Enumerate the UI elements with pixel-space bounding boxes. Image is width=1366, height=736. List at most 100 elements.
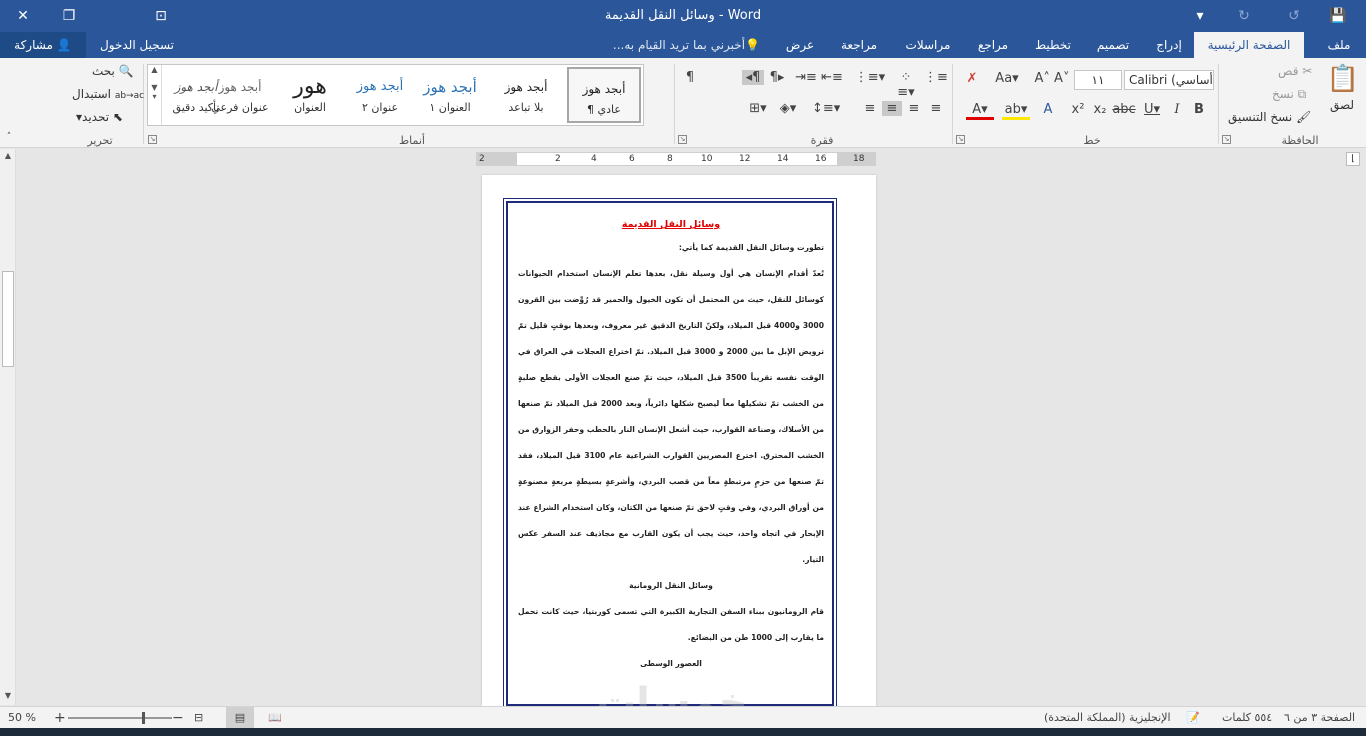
save-icon[interactable]: 💾 xyxy=(1318,0,1358,32)
scroll-up-icon[interactable]: ▲ xyxy=(0,149,16,163)
undo-icon[interactable]: ↺ xyxy=(1276,0,1312,32)
lightbulb-icon: 💡 xyxy=(745,38,760,52)
collapse-ribbon-icon[interactable]: ˄ xyxy=(2,132,16,142)
tab-insert[interactable]: إدراج xyxy=(1148,32,1190,58)
format-painter-button[interactable]: نسخ التنسيق 🖌 xyxy=(1228,110,1311,124)
page-number[interactable]: الصفحة ٣ من ٦ xyxy=(1284,707,1355,729)
styles-launcher-icon[interactable]: ↘ xyxy=(148,135,157,144)
zoom-in-icon[interactable]: + xyxy=(54,707,66,729)
scroll-down-icon[interactable]: ▼ xyxy=(0,689,16,703)
subscript-icon[interactable]: x₂ xyxy=(1092,102,1108,117)
decrease-indent-icon[interactable]: ⇤≡ xyxy=(820,70,844,85)
separator xyxy=(143,64,144,144)
word-count[interactable]: ٥٥٤ كلمات xyxy=(1222,707,1272,729)
vertical-scrollbar[interactable]: ▲ ▼ xyxy=(0,149,16,705)
align-center-icon[interactable]: ≡ xyxy=(904,101,924,116)
tab-view[interactable]: عرض xyxy=(780,32,820,58)
proofing-icon[interactable]: 📝 xyxy=(1186,707,1200,729)
tell-me-input[interactable]: 💡أخبرني بما تريد القيام به... xyxy=(604,32,760,58)
language-status[interactable]: الإنجليزية (المملكة المتحدة) xyxy=(1044,707,1171,729)
paragraph-group-label: فقرة xyxy=(810,134,834,147)
tab-selector[interactable]: ⌊ xyxy=(1346,152,1360,166)
paragraph-launcher-icon[interactable]: ↘ xyxy=(678,135,687,144)
style-no-spacing[interactable]: أبجد هوز بلا تباعد xyxy=(489,67,563,123)
tab-design[interactable]: تصميم xyxy=(1088,32,1138,58)
style-normal[interactable]: أبجد هوز ¶ عادي xyxy=(567,67,641,123)
read-mode-icon[interactable]: 📖 xyxy=(268,707,282,729)
zoom-slider-thumb[interactable] xyxy=(142,712,145,724)
zoom-percent[interactable]: 50 % xyxy=(8,707,36,729)
clipboard-launcher-icon[interactable]: ↘ xyxy=(1222,135,1231,144)
style-subtle-emphasis[interactable]: أبجد هوز تأكيد دقيق xyxy=(165,67,227,123)
text-effects-icon[interactable]: A xyxy=(1038,102,1058,117)
share-button[interactable]: 👤 مشاركة xyxy=(0,32,86,58)
window-title: وسائل النقل القديمة - Word xyxy=(604,8,762,23)
grow-shrink-font-icon[interactable]: A˄ A˅ xyxy=(1032,71,1072,86)
align-left-icon[interactable]: ≡ xyxy=(882,101,902,116)
tab-layout[interactable]: تخطيط xyxy=(1028,32,1078,58)
separator xyxy=(1218,64,1219,144)
font-launcher-icon[interactable]: ↘ xyxy=(956,135,965,144)
font-color-icon[interactable]: A▾ xyxy=(966,102,994,120)
print-layout-icon[interactable]: ▤ xyxy=(226,707,254,729)
scroll-thumb[interactable] xyxy=(2,271,14,367)
superscript-icon[interactable]: x² xyxy=(1070,102,1086,117)
find-button[interactable]: بحث 🔍 xyxy=(92,64,134,78)
horizontal-ruler[interactable]: 2 2 4 6 8 10 12 14 16 18 xyxy=(476,152,876,166)
style-title[interactable]: هور العنوان xyxy=(273,67,347,123)
highlight-icon[interactable]: ab▾ xyxy=(1002,102,1030,120)
copy-button[interactable]: نسخ ⧉ xyxy=(1272,87,1306,102)
tab-mailings[interactable]: مراسلات xyxy=(896,32,960,58)
underline-icon[interactable]: U▾ xyxy=(1140,102,1164,117)
strikethrough-icon[interactable]: abc xyxy=(1112,102,1136,117)
customize-qat-icon[interactable]: ▾ xyxy=(1180,0,1220,32)
style-heading-2[interactable]: أبجد هوز عنوان ٢ xyxy=(343,67,417,123)
paste-button[interactable]: لصق xyxy=(1330,98,1354,112)
gallery-scroll[interactable]: ▲ ▼ ▾ xyxy=(148,65,162,125)
page-border: وسائل النقل القديمة تطورت وسائل النقل ال… xyxy=(503,198,837,709)
styles-gallery: ▲ ▼ ▾ أبجد هوز ¶ عادي أبجد هوز بلا تباعد أ… xyxy=(147,64,644,126)
brush-icon: 🖌 xyxy=(1296,110,1312,124)
style-heading-1[interactable]: أبجد هوز العنوان ١ xyxy=(413,67,487,123)
status-bar: 50 % + − ⊟ ▤ 📖 الإنجليزية (المملكة المتح… xyxy=(0,706,1366,729)
bullets-icon[interactable]: ⁘≡▾ xyxy=(892,70,920,100)
paste-icon[interactable]: 📋 xyxy=(1326,64,1360,94)
font-name-combo[interactable]: Calibri (أساسي) xyxy=(1124,70,1214,90)
tab-references[interactable]: مراجع xyxy=(970,32,1016,58)
bold-icon[interactable]: B xyxy=(1190,102,1208,117)
person-icon: 👤 xyxy=(56,38,72,52)
zoom-out-icon[interactable]: − xyxy=(172,707,184,729)
clear-formatting-icon[interactable]: ✗ xyxy=(960,71,984,86)
web-layout-icon[interactable]: ⊟ xyxy=(194,707,203,729)
replace-button[interactable]: استبدال ab→ac xyxy=(72,87,144,101)
italic-icon[interactable]: I xyxy=(1168,102,1186,117)
zoom-slider[interactable] xyxy=(68,717,172,719)
show-formatting-icon[interactable]: ¶ xyxy=(680,70,700,85)
align-right-icon[interactable]: ≡ xyxy=(926,101,946,116)
cut-button[interactable]: قص ✂ xyxy=(1278,64,1312,78)
tab-file[interactable]: ملف xyxy=(1316,32,1362,58)
borders-icon[interactable]: ⊞▾ xyxy=(744,101,772,116)
font-size-combo[interactable]: ١١ xyxy=(1074,70,1122,90)
tab-home[interactable]: الصفحة الرئيسية xyxy=(1194,32,1304,58)
rtl-direction-icon[interactable]: ◂¶ xyxy=(742,70,764,85)
cursor-icon: ⬉ xyxy=(112,110,123,124)
numbering-icon[interactable]: ⋮≡ xyxy=(924,70,948,85)
copy-icon: ⧉ xyxy=(1297,87,1307,101)
shading-icon[interactable]: ◈▾ xyxy=(774,101,802,116)
document-body[interactable]: وسائل النقل القديمة تطورت وسائل النقل ال… xyxy=(518,217,824,677)
increase-indent-icon[interactable]: ⇥≡ xyxy=(794,70,818,85)
section-heading-middle-ages: العصور الوسطى xyxy=(640,659,702,668)
redo-icon[interactable]: ↻ xyxy=(1226,0,1262,32)
intro-paragraph: تطورت وسائل النقل القديمة كما يأتي: xyxy=(678,243,824,252)
document-title: وسائل النقل القديمة xyxy=(621,219,721,230)
sign-in-link[interactable]: تسجيل الدخول xyxy=(94,32,174,58)
line-spacing-icon[interactable]: ↕≡▾ xyxy=(812,101,840,116)
justify-icon[interactable]: ≡ xyxy=(860,101,880,116)
tab-review[interactable]: مراجعة xyxy=(832,32,886,58)
change-case-icon[interactable]: Aa▾ xyxy=(990,71,1024,86)
ribbon: 📋 لصق قص ✂ نسخ ⧉ نسخ التنسيق 🖌 الحافظة ↘… xyxy=(0,58,1366,148)
ltr-direction-icon[interactable]: ¶▸ xyxy=(766,70,788,85)
select-button[interactable]: ▾تحديد ⬉ xyxy=(76,110,123,124)
multilevel-list-icon[interactable]: ⋮≡▾ xyxy=(852,70,888,85)
